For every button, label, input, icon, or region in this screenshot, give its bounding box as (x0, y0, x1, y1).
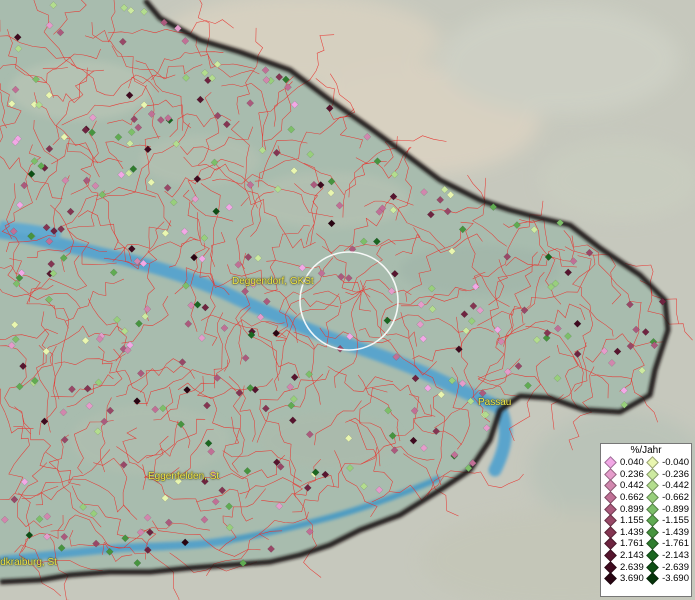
legend: %/Jahr 0.040 0.236 0.442 0.662 0.899 1.155 1.4… (600, 443, 692, 597)
legend-value: 0.442 (620, 480, 644, 492)
legend-value: 2.143 (620, 550, 644, 562)
legend-value: 1.439 (620, 526, 644, 538)
legend-row: 1.761 (603, 537, 645, 551)
legend-row: 2.143 (603, 549, 645, 562)
legend-row: 0.442 (603, 479, 645, 493)
legend-title: %/Jahr (630, 445, 662, 456)
legend-row: 3.690 (603, 572, 645, 586)
label-muehldorf: ldkraiburg, St (0, 557, 57, 568)
legend-value: -1.155 (662, 515, 689, 527)
legend-value: -1.439 (662, 526, 689, 538)
legend-value: 0.040 (620, 457, 644, 469)
legend-row: 0.662 (603, 491, 645, 504)
legend-value: 3.690 (620, 573, 644, 585)
legend-negative-column: -0.040 -0.236 -0.442 -0.662 -0.899 -1.155 -1.4… (645, 456, 689, 586)
legend-value: 0.236 (620, 468, 644, 480)
map-view[interactable]: Deggendorf, GKSt Passau Eggenfelden, St … (0, 0, 695, 600)
legend-value: -2.639 (662, 561, 689, 573)
legend-row: -3.690 (645, 572, 689, 586)
legend-value: -0.442 (662, 480, 689, 492)
legend-value: 1.155 (620, 515, 644, 527)
legend-value: 1.761 (620, 538, 644, 550)
label-eggenfelden: Eggenfelden, St (148, 471, 220, 482)
legend-value: -0.662 (662, 492, 689, 504)
legend-value: -0.236 (662, 468, 689, 480)
label-deggendorf: Deggendorf, GKSt (232, 276, 314, 287)
legend-value: -1.761 (662, 538, 689, 550)
legend-value: 2.639 (620, 561, 644, 573)
legend-value: -3.690 (662, 573, 689, 585)
legend-value: -0.040 (662, 457, 689, 469)
legend-row: 0.040 (603, 456, 645, 470)
legend-value: 0.899 (620, 503, 644, 515)
legend-positive-column: 0.040 0.236 0.442 0.662 0.899 1.155 1.439 1.761… (603, 456, 645, 586)
legend-value: 0.662 (620, 492, 644, 504)
legend-swatch (604, 572, 617, 586)
label-passau: Passau (478, 397, 512, 408)
legend-swatch (604, 491, 617, 504)
legend-swatch (646, 549, 659, 562)
legend-swatch (604, 549, 617, 562)
legend-swatch (646, 491, 659, 504)
legend-row: -0.040 (645, 456, 689, 470)
legend-row: 1.155 (603, 514, 645, 528)
legend-swatch (646, 572, 659, 586)
legend-value: -2.143 (662, 550, 689, 562)
map-canvas[interactable] (0, 0, 695, 600)
legend-value: -0.899 (662, 503, 689, 515)
legend-row: 0.899 (603, 502, 645, 516)
legend-row: -2.143 (645, 549, 689, 562)
legend-row: 2.639 (603, 560, 645, 574)
legend-row: -0.662 (645, 491, 689, 504)
legend-row: -1.155 (645, 514, 689, 528)
